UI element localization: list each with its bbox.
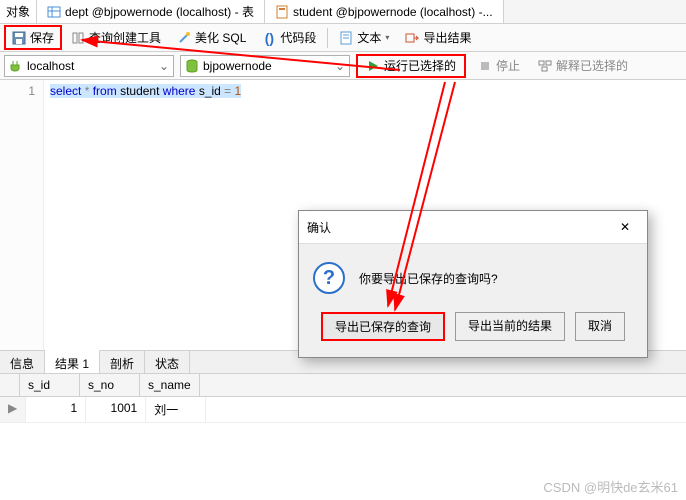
line-gutter: 1 bbox=[0, 80, 44, 350]
beautify-button[interactable]: 美化 SQL bbox=[170, 26, 253, 49]
run-label: 运行已选择的 bbox=[384, 57, 456, 74]
cell[interactable]: 1001 bbox=[86, 397, 146, 422]
stop-button[interactable]: 停止 bbox=[472, 55, 526, 76]
plug-icon bbox=[9, 59, 23, 73]
chevron-down-icon: ⌄ bbox=[335, 59, 345, 73]
tab-objects[interactable]: 对象 bbox=[0, 0, 37, 23]
tab-info[interactable]: 信息 bbox=[0, 351, 45, 373]
query-icon bbox=[275, 5, 289, 19]
run-selected-button[interactable]: 运行已选择的 bbox=[356, 54, 466, 78]
cell[interactable]: 刘一 bbox=[146, 397, 206, 422]
chevron-down-icon: ▾ bbox=[385, 33, 389, 42]
dialog-message: 你要导出已保存的查询吗? bbox=[359, 270, 498, 287]
save-label: 保存 bbox=[30, 29, 54, 46]
host-combo[interactable]: localhost ⌄ bbox=[4, 55, 174, 77]
tab-student[interactable]: student @bjpowernode (localhost) -... bbox=[265, 0, 504, 23]
host-label: localhost bbox=[27, 59, 74, 73]
query-builder-button[interactable]: 查询创建工具 bbox=[64, 26, 168, 49]
text-label: 文本 bbox=[357, 29, 381, 46]
export-current-button[interactable]: 导出当前的结果 bbox=[455, 312, 565, 341]
col-header[interactable]: s_no bbox=[80, 374, 140, 396]
chevron-down-icon: ⌄ bbox=[159, 59, 169, 73]
separator bbox=[327, 28, 328, 48]
tab-profile[interactable]: 剖析 bbox=[100, 351, 145, 373]
col-header[interactable]: s_id bbox=[20, 374, 80, 396]
export-icon bbox=[405, 31, 419, 45]
watermark: CSDN @明快de玄米61 bbox=[543, 477, 678, 496]
export-saved-button[interactable]: 导出已保存的查询 bbox=[321, 312, 445, 341]
text-button[interactable]: 文本 ▾ bbox=[332, 26, 396, 49]
tab-dept[interactable]: dept @bjpowernode (localhost) - 表 bbox=[37, 0, 265, 23]
paren-icon: () bbox=[262, 31, 276, 45]
tab-label: student @bjpowernode (localhost) -... bbox=[293, 5, 493, 19]
export-label: 导出结果 bbox=[423, 29, 471, 46]
col-header[interactable]: s_name bbox=[140, 374, 200, 396]
snippet-button[interactable]: () 代码段 bbox=[255, 26, 323, 49]
snippet-label: 代码段 bbox=[280, 29, 316, 46]
doc-icon bbox=[339, 31, 353, 45]
save-icon bbox=[12, 31, 26, 45]
result-grid[interactable]: s_id s_no s_name ▶ 1 1001 刘一 bbox=[0, 374, 686, 423]
tab-label: 对象 bbox=[6, 3, 30, 20]
row-marker: ▶ bbox=[0, 397, 26, 422]
db-label: bjpowernode bbox=[203, 59, 272, 73]
db-icon bbox=[185, 59, 199, 73]
wand-icon bbox=[177, 31, 191, 45]
explain-icon bbox=[538, 59, 552, 73]
stop-label: 停止 bbox=[496, 57, 520, 74]
confirm-dialog: 确认 ✕ ? 你要导出已保存的查询吗? 导出已保存的查询 导出当前的结果 取消 bbox=[298, 210, 648, 358]
table-row[interactable]: ▶ 1 1001 刘一 bbox=[0, 397, 686, 423]
question-icon: ? bbox=[313, 262, 345, 294]
close-button[interactable]: ✕ bbox=[611, 217, 639, 237]
explain-button[interactable]: 解释已选择的 bbox=[532, 55, 634, 76]
cell[interactable]: 1 bbox=[26, 397, 86, 422]
cancel-button[interactable]: 取消 bbox=[575, 312, 625, 341]
dialog-title: 确认 bbox=[307, 219, 331, 236]
tools-icon bbox=[71, 31, 85, 45]
tab-status[interactable]: 状态 bbox=[145, 351, 190, 373]
qb-label: 查询创建工具 bbox=[89, 29, 161, 46]
play-icon bbox=[366, 59, 380, 73]
tab-result[interactable]: 结果 1 bbox=[45, 350, 100, 373]
close-icon: ✕ bbox=[620, 220, 630, 234]
tab-label: dept @bjpowernode (localhost) - 表 bbox=[65, 3, 254, 20]
save-button[interactable]: 保存 bbox=[4, 25, 62, 50]
row-header bbox=[0, 374, 20, 396]
export-button[interactable]: 导出结果 bbox=[398, 26, 478, 49]
stop-icon bbox=[478, 59, 492, 73]
db-combo[interactable]: bjpowernode ⌄ bbox=[180, 55, 350, 77]
table-icon bbox=[47, 5, 61, 19]
explain-label: 解释已选择的 bbox=[556, 57, 628, 74]
beautify-label: 美化 SQL bbox=[195, 29, 246, 46]
